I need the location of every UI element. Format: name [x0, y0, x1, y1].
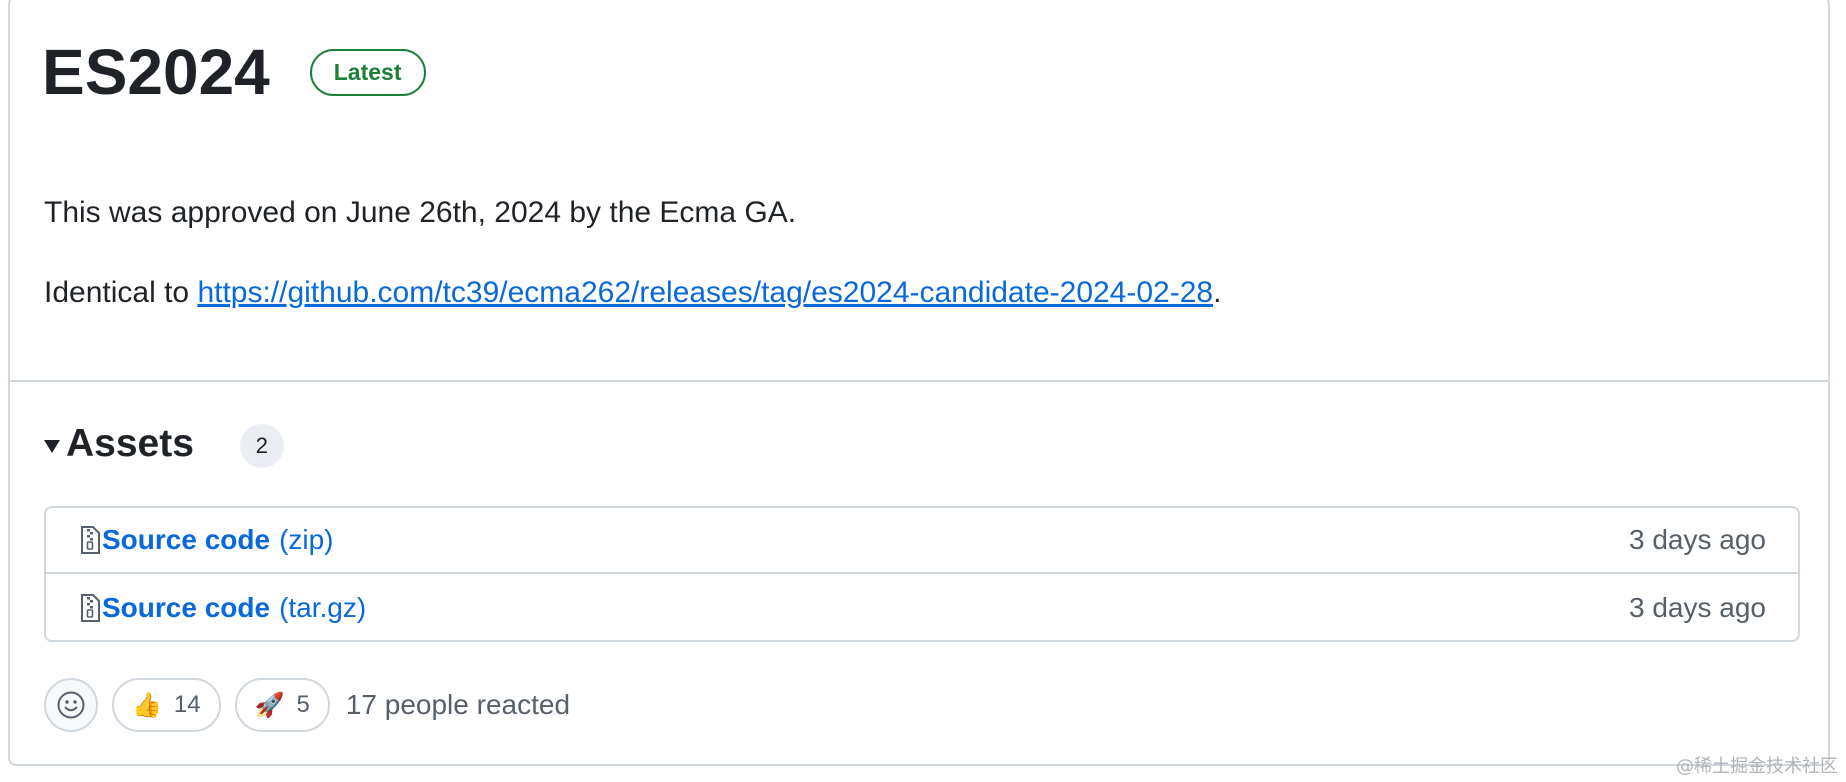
watermark-text: @稀土掘金技术社区 [1676, 756, 1838, 777]
release-card: ES2024 Latest This was approved on June … [8, 0, 1830, 766]
release-description: This was approved on June 26th, 2024 by … [44, 196, 797, 229]
smiley-icon [57, 691, 85, 719]
asset-row: Source code (zip) 3 days ago [46, 508, 1798, 574]
asset-timestamp: 3 days ago [1629, 524, 1766, 555]
asset-link-ext[interactable]: (tar.gz) [279, 592, 366, 624]
assets-toggle[interactable]: Assets 2 [44, 420, 284, 468]
asset-row: Source code (tar.gz) 3 days ago [46, 575, 1798, 641]
asset-link-name[interactable]: Source code [102, 524, 270, 556]
asset-link-name[interactable]: Source code [102, 592, 270, 624]
reactions-summary: 17 people reacted [345, 689, 571, 720]
file-zip-icon [80, 594, 100, 622]
add-reaction-button[interactable] [44, 678, 98, 732]
reactions-bar: 👍 14 🚀 5 17 people reacted [44, 678, 570, 732]
latest-badge: Latest [309, 48, 426, 96]
reaction-rocket-button[interactable]: 🚀 5 [234, 678, 330, 732]
asset-timestamp: 3 days ago [1629, 592, 1766, 623]
rocket-icon: 🚀 [254, 691, 285, 719]
candidate-release-link[interactable]: https://github.com/tc39/ecma262/releases… [197, 276, 1213, 309]
assets-heading: Assets [66, 422, 194, 465]
asset-link-ext[interactable]: (zip) [279, 524, 333, 556]
reaction-count: 14 [173, 691, 201, 718]
reaction-thumbs-up-button[interactable]: 👍 14 [112, 678, 221, 732]
identical-suffix: . [1213, 276, 1222, 309]
caret-down-icon [44, 439, 60, 453]
assets-count-badge: 2 [239, 424, 284, 468]
identical-prefix: Identical to [44, 276, 198, 309]
thumbs-up-icon: 👍 [132, 691, 162, 719]
release-identical-note: Identical to https://github.com/tc39/ecm… [44, 276, 1221, 310]
section-divider [10, 380, 1828, 382]
reaction-count: 5 [296, 691, 310, 718]
assets-list: Source code (zip) 3 days ago Source code… [44, 506, 1800, 642]
release-title[interactable]: ES2024 [42, 40, 270, 104]
release-header: ES2024 Latest [42, 40, 426, 104]
file-zip-icon [80, 526, 100, 554]
